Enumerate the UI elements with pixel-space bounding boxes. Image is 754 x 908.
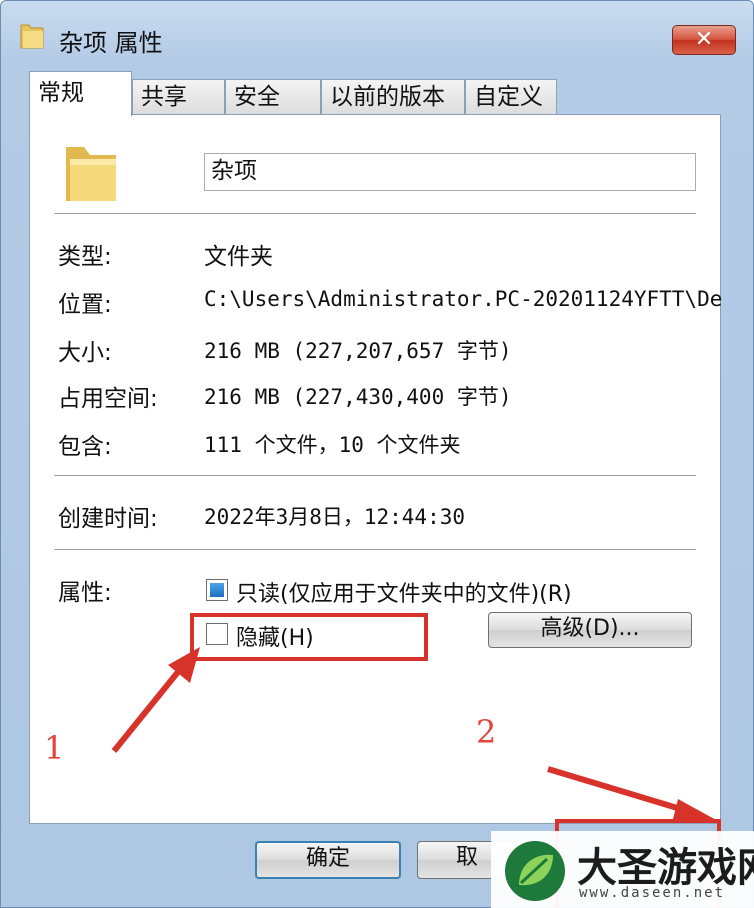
general-tab-panel: 杂项 类型: 文件夹 位置: C:\Users\Administrator.PC… [29,114,723,824]
advanced-button[interactable]: 高级(D)... [488,612,692,648]
separator [54,549,696,550]
tab-customize[interactable]: 自定义 [465,79,557,115]
readonly-checkbox[interactable] [206,579,228,601]
annotation-step-2: 2 [476,713,497,751]
location-label: 位置: [58,292,112,318]
created-value: 2022年3月8日，12:44:30 [204,505,466,529]
close-button[interactable]: ✕ [672,25,736,55]
folder-name-input[interactable]: 杂项 [204,153,696,191]
watermark: 大圣游戏网 www.daseen.net [491,831,754,908]
attributes-label: 属性: [58,580,112,606]
tab-previous-versions[interactable]: 以前的版本 [321,79,465,115]
separator [54,475,696,476]
created-label: 创建时间: [58,506,158,532]
contains-label: 包含: [58,434,112,460]
disk-size-value: 216 MB (227,430,400 字节) [204,385,512,409]
watermark-url: www.daseen.net [579,885,726,901]
location-value: C:\Users\Administrator.PC-20201124YFTT\D… [204,287,723,311]
window-title: 杂项 属性 [59,29,163,57]
tab-sharing[interactable]: 共享 [132,79,225,115]
tab-general[interactable]: 常规 [29,71,132,116]
annotation-arrow-1 [111,647,200,753]
annotation-step-1: 1 [44,729,65,767]
title-bar: 杂项 属性 ✕ [1,1,753,71]
separator [54,213,696,214]
folder-icon [20,24,44,49]
leaf-logo-icon [505,841,565,901]
tab-security[interactable]: 安全 [225,79,321,115]
disk-size-label: 占用空间: [58,386,158,412]
readonly-label: 只读(仅应用于文件夹中的文件)(R) [236,582,572,607]
type-label: 类型: [58,244,112,270]
ok-button[interactable]: 确定 [255,841,401,879]
folder-large-icon [66,147,116,201]
annotation-arrow-2 [547,766,718,823]
contains-value: 111 个文件，10 个文件夹 [204,433,461,457]
type-value: 文件夹 [204,244,273,270]
size-value: 216 MB (227,207,657 字节) [204,339,512,363]
properties-window: 杂项 属性 ✕ 常规 共享 安全 以前的版本 自定义 杂项 类型: 文件夹 位置… [0,0,754,908]
size-label: 大小: [58,340,112,366]
tab-bar: 常规 共享 安全 以前的版本 自定义 [29,71,729,116]
hidden-highlight-box [190,613,428,661]
